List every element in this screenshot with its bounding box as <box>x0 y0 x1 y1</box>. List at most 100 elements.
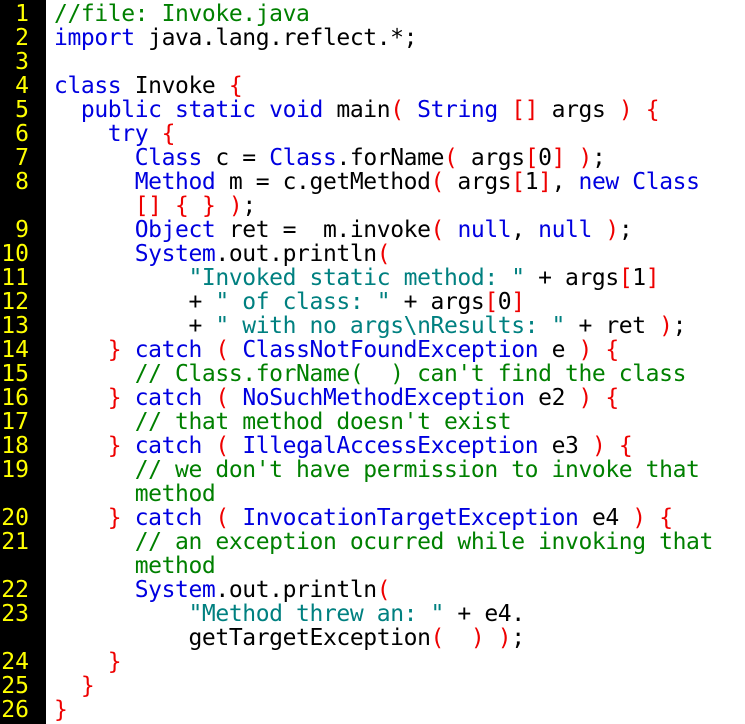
bracket: [ <box>511 169 525 195</box>
bracket: } <box>54 697 68 723</box>
code-text: class Invoke { <box>54 73 243 99</box>
code-text: getTargetException( ) ); <box>54 626 525 650</box>
code-text: } <box>54 674 95 698</box>
bracket: ( <box>215 433 229 459</box>
code-token: .forName <box>336 145 445 171</box>
code-text: Method m = c.getMethod( args[1], new Cla… <box>54 170 700 194</box>
keyword: Object <box>134 217 216 243</box>
code-token: + ret <box>565 313 660 339</box>
code-text: // we don't have permission to invoke th… <box>54 457 700 483</box>
line-number: 5 <box>15 97 29 123</box>
string-literal: " of class: " <box>215 289 391 315</box>
keyword: null <box>457 217 512 243</box>
line-number: 16 <box>1 385 29 411</box>
bracket: [ <box>484 289 498 315</box>
comment: method <box>134 481 216 507</box>
line-number: 19 <box>1 457 29 483</box>
code-text: //file: Invoke.java <box>54 2 310 26</box>
code-text: import java.lang.reflect.*; <box>54 26 417 50</box>
bracket: { <box>161 121 176 147</box>
line-number: 15 <box>1 361 29 387</box>
code-token: .out.println <box>215 577 377 603</box>
code-text: // Class.forName( ) can't find the class <box>54 362 687 386</box>
line-number: 2 <box>15 25 29 51</box>
code-line: getTargetException( ) ); <box>0 626 745 650</box>
code-text: method <box>54 481 216 507</box>
keyword: catch <box>134 385 203 411</box>
bracket: ) <box>632 505 646 531</box>
bracket: [] <box>134 193 162 219</box>
line-number: 10 <box>1 241 29 267</box>
keyword: catch <box>134 433 203 459</box>
code-token: + <box>54 289 216 315</box>
line-number: 4 <box>15 73 29 99</box>
bracket: [ <box>618 265 633 291</box>
code-line: 12 + " of class: " + args[0] <box>0 290 745 314</box>
bracket: { <box>605 385 619 411</box>
bracket: } <box>107 433 122 459</box>
code-token: + args <box>390 289 485 315</box>
bracket: ( <box>430 625 445 651</box>
keyword: Method <box>134 169 216 195</box>
code-text: // an exception ocurred while invoking t… <box>54 530 714 554</box>
code-line: method <box>0 554 745 578</box>
code-editor[interactable]: 1 //file: Invoke.java 2 import java.lang.re… <box>0 0 745 724</box>
line-number: 8 <box>15 169 29 195</box>
comment: method <box>134 553 216 579</box>
code-token: c = <box>201 145 270 171</box>
bracket: ] <box>511 289 525 315</box>
code-token: 0 <box>497 289 512 315</box>
code-token: .out.println <box>215 241 377 267</box>
code-text: try { <box>54 121 176 147</box>
bracket: ( <box>376 577 391 603</box>
code-token: + args <box>524 265 619 291</box>
code-text: Class c = Class.forName( args[0] ); <box>54 145 606 171</box>
keyword: class <box>54 73 122 99</box>
keyword: Class <box>632 169 700 195</box>
code-line: 14 } catch ( ClassNotFoundException e ) … <box>0 338 745 362</box>
code-line: 9 Object ret = m.invoke( null, null ); <box>0 218 745 242</box>
keyword: catch <box>134 337 203 363</box>
code-token: java.lang.reflect.*; <box>134 25 418 51</box>
line-number: 24 <box>1 649 29 675</box>
bracket: ( <box>376 241 391 267</box>
bracket: } <box>107 337 122 363</box>
line-number: 7 <box>15 145 29 171</box>
code-line: 19 // we don't have permission to invoke… <box>0 458 745 482</box>
bracket: } <box>107 649 122 675</box>
code-line: 6 try { <box>0 122 745 146</box>
code-text: } catch ( InvocationTargetException e4 )… <box>54 506 673 530</box>
code-line: 18 } catch ( IllegalAccessException e3 )… <box>0 434 745 458</box>
code-token: , <box>511 217 539 243</box>
line-number: 12 <box>1 289 29 315</box>
line-number: 21 <box>1 529 29 555</box>
code-token: main <box>322 97 391 123</box>
bracket: ) <box>618 97 633 123</box>
code-line: 21 // an exception ocurred while invokin… <box>0 530 745 554</box>
